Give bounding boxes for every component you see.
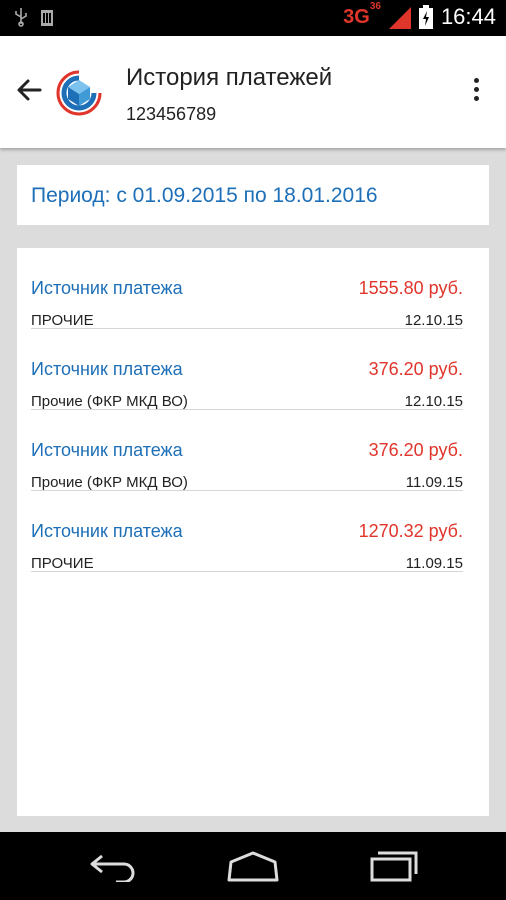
payment-amount: 1555.80 руб. bbox=[358, 278, 463, 298]
payment-date: 12.10.15 bbox=[404, 393, 463, 410]
nav-recents-button[interactable] bbox=[368, 850, 420, 882]
network-type: 3G36 bbox=[343, 0, 381, 28]
payment-source: Источник платежа bbox=[31, 440, 183, 460]
status-left bbox=[14, 8, 54, 28]
recents-icon bbox=[370, 851, 418, 882]
payment-item[interactable]: Источник платежа 1555.80 руб. ПРОЧИЕ 12.… bbox=[31, 248, 463, 329]
payment-amount: 1270.32 руб. bbox=[358, 521, 463, 541]
payment-date: 11.09.15 bbox=[405, 555, 463, 572]
payment-date: 12.10.15 bbox=[404, 312, 463, 329]
battery-icon bbox=[418, 5, 433, 29]
payment-category: Прочие (ФКР МКД ВО) bbox=[31, 393, 188, 410]
more-options-button[interactable] bbox=[472, 78, 480, 106]
payment-category: ПРОЧИЕ bbox=[31, 312, 94, 329]
payment-item[interactable]: Источник платежа 376.20 руб. Прочие (ФКР… bbox=[31, 329, 463, 410]
payment-source: Источник платежа bbox=[31, 521, 183, 541]
payment-amount: 376.20 руб. bbox=[368, 440, 463, 460]
payment-category: ПРОЧИЕ bbox=[31, 555, 94, 572]
payment-item[interactable]: Источник платежа 1270.32 руб. ПРОЧИЕ 11.… bbox=[31, 491, 463, 572]
usb-icon bbox=[15, 8, 27, 27]
page-title: История платежей bbox=[126, 64, 333, 91]
nav-back-button[interactable] bbox=[88, 850, 140, 884]
nav-home-button[interactable] bbox=[227, 850, 279, 882]
period-card[interactable]: Период: с 01.09.2015 по 18.01.2016 bbox=[17, 165, 489, 225]
app-logo bbox=[54, 68, 104, 118]
payments-list: Источник платежа 1555.80 руб. ПРОЧИЕ 12.… bbox=[17, 248, 489, 816]
status-right: 3G36 16:44 bbox=[343, 0, 496, 30]
clock: 16:44 bbox=[440, 4, 496, 29]
sim-icon bbox=[41, 10, 53, 26]
home-icon bbox=[227, 851, 279, 882]
payment-source: Источник платежа bbox=[31, 278, 183, 298]
payment-source: Источник платежа bbox=[31, 359, 183, 379]
more-vert-icon bbox=[472, 78, 480, 101]
payment-category: Прочие (ФКР МКД ВО) bbox=[31, 474, 188, 491]
period-label: Период: с 01.09.2015 по 18.01.2016 bbox=[31, 184, 378, 207]
account-number: 123456789 bbox=[126, 104, 217, 124]
status-bar: 3G36 16:44 bbox=[0, 0, 506, 36]
payment-item[interactable]: Источник платежа 376.20 руб. Прочие (ФКР… bbox=[31, 410, 463, 491]
payment-amount: 376.20 руб. bbox=[368, 359, 463, 379]
back-icon bbox=[90, 854, 135, 884]
back-button[interactable] bbox=[12, 72, 48, 108]
signal-icon bbox=[388, 7, 411, 29]
app-logo-icon bbox=[56, 70, 102, 116]
payment-date: 11.09.15 bbox=[405, 474, 463, 491]
navigation-bar bbox=[0, 832, 506, 900]
back-arrow-icon bbox=[17, 79, 42, 101]
app-bar: История платежей 123456789 bbox=[0, 36, 506, 148]
